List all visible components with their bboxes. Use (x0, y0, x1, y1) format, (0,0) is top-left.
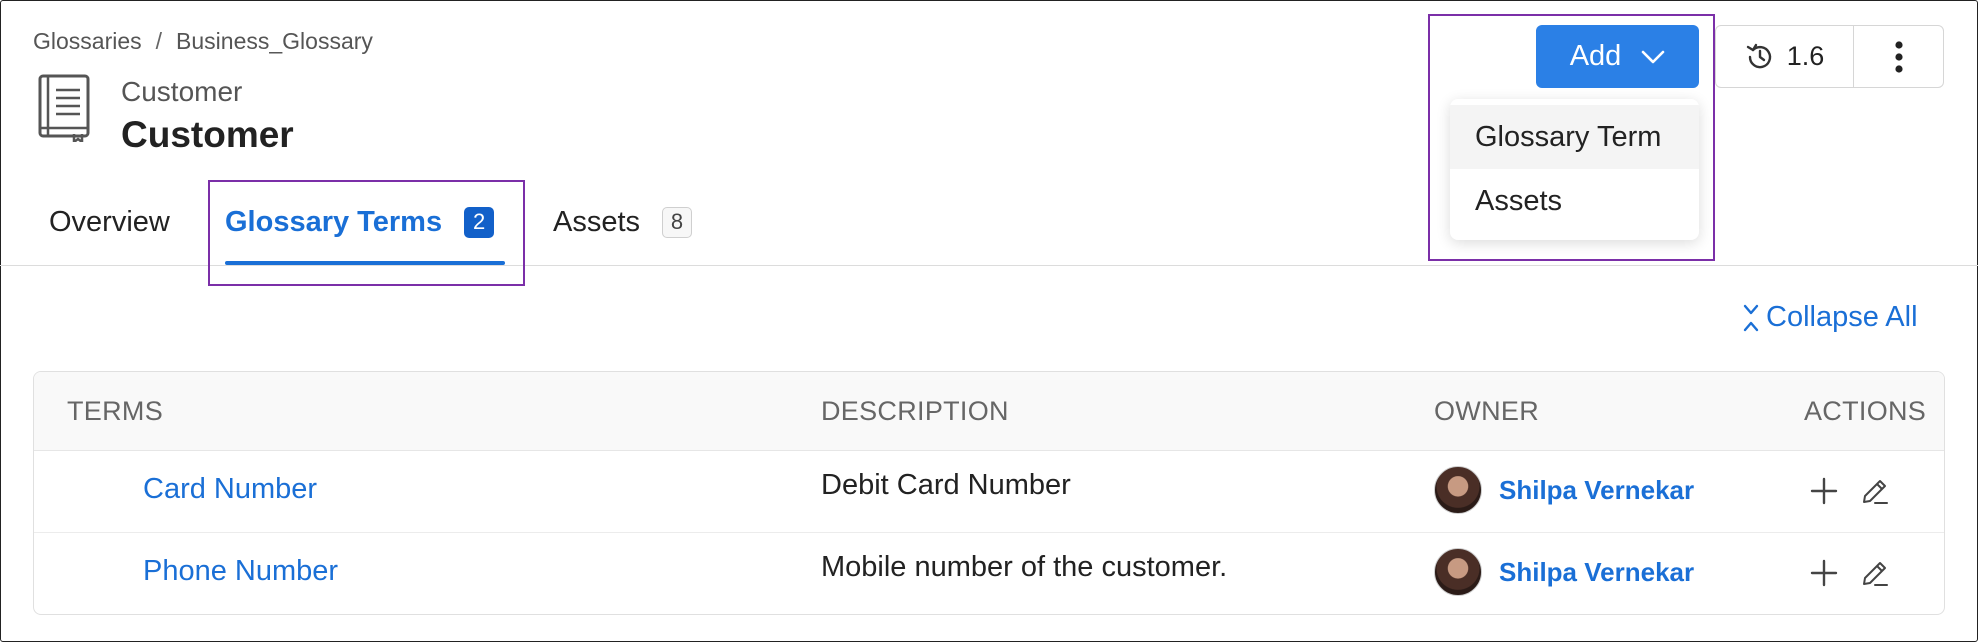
avatar (1434, 466, 1482, 514)
collapse-icon (1743, 304, 1759, 331)
owner-cell: Shilpa Vernekar (1434, 548, 1694, 596)
breadcrumb: Glossaries / Business_Glossary (33, 28, 373, 55)
chevron-down-icon (1641, 50, 1665, 63)
version-history-button[interactable]: 1.6 (1716, 26, 1854, 87)
tab-assets-label: Assets (553, 205, 641, 238)
breadcrumb-separator: / (155, 28, 163, 54)
menu-item-assets[interactable]: Assets (1450, 169, 1699, 233)
add-dropdown-menu: Glossary Term Assets (1450, 99, 1699, 240)
breadcrumb-current[interactable]: Business_Glossary (176, 28, 373, 55)
more-options-button[interactable] (1854, 26, 1943, 87)
edit-icon[interactable] (1860, 476, 1890, 506)
add-button[interactable]: Add (1536, 25, 1699, 88)
collapse-all-label: Collapse All (1766, 301, 1918, 333)
entity-display-name: Customer (121, 76, 243, 107)
more-vertical-icon (1894, 40, 1903, 73)
history-icon (1746, 43, 1771, 68)
term-description: Mobile number of the customer. (821, 551, 1228, 583)
glossary-terms-table: TERMS DESCRIPTION OWNER ACTIONS Card Num… (33, 371, 1945, 615)
table-row: Phone Number Mobile number of the custom… (34, 533, 1944, 614)
version-button-group: 1.6 (1715, 25, 1944, 88)
add-icon[interactable] (1810, 477, 1838, 505)
collapse-all-button[interactable]: Collapse All (1742, 301, 1918, 334)
menu-item-glossary-term[interactable]: Glossary Term (1450, 105, 1699, 169)
version-number: 1.6 (1786, 41, 1825, 71)
term-link[interactable]: Card Number (143, 473, 317, 506)
page-title: Customer (121, 114, 294, 155)
column-header-actions: ACTIONS (1804, 396, 1927, 426)
avatar (1434, 548, 1482, 596)
term-description: Debit Card Number (821, 469, 1071, 501)
column-header-owner: OWNER (1434, 396, 1539, 426)
assets-count-badge: 8 (662, 206, 693, 238)
table-row: Card Number Debit Card Number Shilpa Ver… (34, 451, 1944, 533)
table-header: TERMS DESCRIPTION OWNER ACTIONS (34, 372, 1944, 451)
tab-overview[interactable]: Overview (49, 202, 170, 242)
tab-overview-label: Overview (49, 205, 170, 238)
add-icon[interactable] (1810, 559, 1838, 587)
column-header-terms: TERMS (67, 396, 163, 426)
column-header-description: DESCRIPTION (821, 396, 1009, 426)
tab-assets[interactable]: Assets 8 (553, 202, 693, 242)
book-icon (38, 74, 90, 142)
edit-icon[interactable] (1860, 558, 1890, 588)
term-link[interactable]: Phone Number (143, 555, 338, 588)
owner-name-link[interactable]: Shilpa Vernekar (1499, 475, 1694, 506)
owner-name-link[interactable]: Shilpa Vernekar (1499, 557, 1694, 588)
highlight-box-glossary-terms-tab (208, 180, 525, 286)
breadcrumb-glossaries-link[interactable]: Glossaries (33, 28, 142, 55)
add-button-label: Add (1569, 40, 1622, 72)
owner-cell: Shilpa Vernekar (1434, 466, 1694, 514)
